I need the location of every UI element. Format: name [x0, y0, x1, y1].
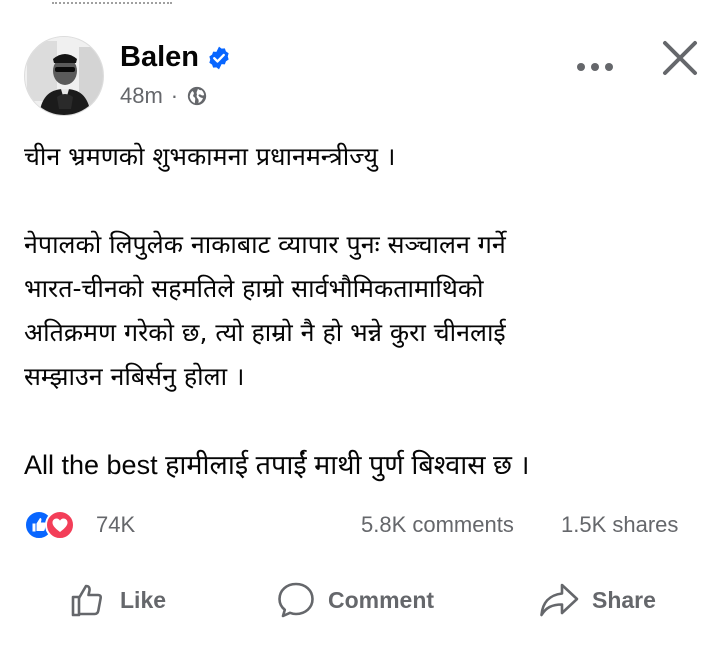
- post-paragraph: All the best हामीलाई तपाईं माथी पुर्ण बि…: [24, 443, 530, 487]
- avatar[interactable]: [24, 36, 104, 116]
- post-paragraph: चीन भ्रमणको शुभकामना प्रधानमन्त्रीज्यु ।: [24, 135, 395, 179]
- post-line: अतिक्रमण गरेको छ, त्यो हाम्रो नै हो भन्न…: [24, 318, 506, 347]
- post-time[interactable]: 48m: [120, 83, 163, 109]
- post-line: सम्झाउन नबिर्सनु होला ।: [24, 362, 245, 391]
- reaction-icons[interactable]: [24, 510, 92, 540]
- close-icon[interactable]: [656, 34, 704, 82]
- comment-button[interactable]: Comment: [276, 575, 434, 625]
- top-clipped-content: [0, 0, 720, 8]
- action-bar: Like Comment Share: [0, 575, 720, 625]
- post-paragraph: नेपालको लिपुलेक नाकाबाट व्यापार पुनः सञ्…: [24, 223, 506, 399]
- share-button[interactable]: Share: [538, 575, 656, 625]
- avatar-photo: [25, 37, 103, 115]
- post-meta: 48m ·: [120, 82, 208, 110]
- more-options-icon[interactable]: [570, 52, 620, 82]
- meta-separator: ·: [170, 83, 179, 108]
- shares-count[interactable]: 1.5K shares: [561, 512, 678, 538]
- comments-count[interactable]: 5.8K comments: [361, 512, 514, 538]
- share-label: Share: [592, 586, 656, 613]
- comment-label: Comment: [328, 586, 435, 613]
- verified-badge-icon: [209, 46, 229, 70]
- love-reaction-icon: [45, 510, 75, 540]
- globe-icon[interactable]: [186, 85, 208, 107]
- reaction-count[interactable]: 74K: [96, 512, 135, 538]
- author-name[interactable]: Balen: [120, 40, 199, 74]
- engagement-summary: 74K 5.8K comments 1.5K shares: [24, 508, 696, 542]
- post-line: भारत-चीनको सहमतिले हाम्रो सार्वभौमिकतामा…: [24, 274, 484, 303]
- thumbs-up-icon: [71, 584, 102, 617]
- comment-bubble-icon: [278, 582, 314, 618]
- post-line: नेपालको लिपुलेक नाकाबाट व्यापार पुनः सञ्…: [24, 230, 506, 259]
- like-label: Like: [120, 586, 167, 613]
- post-line: चीन भ्रमणको शुभकामना प्रधानमन्त्रीज्यु ।: [24, 142, 396, 171]
- share-arrow-icon: [540, 583, 579, 617]
- like-button[interactable]: Like: [68, 575, 166, 625]
- post-line: All the best हामीलाई तपाईं माथी पुर्ण बि…: [24, 450, 530, 480]
- post-header: Balen 48m ·: [24, 36, 704, 120]
